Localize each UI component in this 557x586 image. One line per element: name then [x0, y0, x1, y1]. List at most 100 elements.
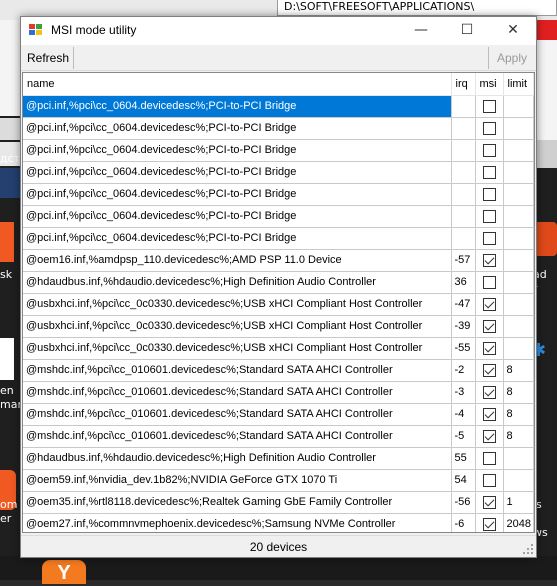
cell-device-name[interactable]: @hdaudbus.inf,%hdaudio.devicedesc%;High …: [23, 271, 452, 294]
msi-checkbox[interactable]: [482, 275, 496, 289]
table-row[interactable]: @hdaudbus.inf,%hdaudio.devicedesc%;High …: [23, 447, 534, 470]
cell-limit[interactable]: [503, 117, 534, 140]
maximize-button[interactable]: ☐: [444, 17, 490, 45]
cell-device-name[interactable]: @oem16.inf,%amdpsp_110.devicedesc%;AMD P…: [23, 249, 452, 272]
table-row[interactable]: @mshdc.inf,%pci\cc_010601.devicedesc%;St…: [23, 359, 534, 382]
cell-limit[interactable]: [503, 183, 534, 206]
msi-checkbox[interactable]: [482, 297, 496, 311]
cell-limit[interactable]: [503, 293, 534, 316]
table-row[interactable]: @oem27.inf,%commnvmephoenix.devicedesc%;…: [23, 513, 534, 532]
cell-limit[interactable]: [503, 447, 534, 470]
table-row[interactable]: @pci.inf,%pci\cc_0604.devicedesc%;PCI-to…: [23, 161, 534, 184]
cell-limit[interactable]: 8: [503, 381, 534, 404]
cell-limit[interactable]: [503, 271, 534, 294]
table-row[interactable]: @oem16.inf,%amdpsp_110.devicedesc%;AMD P…: [23, 249, 534, 272]
cell-device-name[interactable]: @usbxhci.inf,%pci\cc_0c0330.devicedesc%;…: [23, 337, 452, 360]
cell-device-name[interactable]: @hdaudbus.inf,%hdaudio.devicedesc%;High …: [23, 447, 452, 470]
cell-device-name[interactable]: @pci.inf,%pci\cc_0604.devicedesc%;PCI-to…: [23, 205, 452, 228]
cell-device-name[interactable]: @pci.inf,%pci\cc_0604.devicedesc%;PCI-to…: [23, 95, 452, 118]
msi-checkbox[interactable]: [482, 209, 496, 223]
cell-irq[interactable]: 54: [451, 469, 476, 492]
apply-button[interactable]: Apply: [493, 47, 531, 69]
cell-limit[interactable]: [503, 227, 534, 250]
cell-irq[interactable]: -56: [451, 491, 476, 514]
table-row[interactable]: @hdaudbus.inf,%hdaudio.devicedesc%;High …: [23, 271, 534, 294]
refresh-button[interactable]: Refresh: [23, 47, 73, 69]
cell-irq[interactable]: -3: [451, 381, 476, 404]
msi-checkbox[interactable]: [482, 121, 496, 135]
msi-checkbox[interactable]: [482, 495, 496, 509]
cell-limit[interactable]: [503, 315, 534, 338]
cell-device-name[interactable]: @mshdc.inf,%pci\cc_010601.devicedesc%;St…: [23, 381, 452, 404]
cell-device-name[interactable]: @pci.inf,%pci\cc_0604.devicedesc%;PCI-to…: [23, 117, 452, 140]
cell-device-name[interactable]: @mshdc.inf,%pci\cc_010601.devicedesc%;St…: [23, 425, 452, 448]
cell-irq[interactable]: -39: [451, 315, 476, 338]
msi-checkbox[interactable]: [482, 473, 496, 487]
cell-irq[interactable]: [451, 139, 476, 162]
cell-device-name[interactable]: @pci.inf,%pci\cc_0604.devicedesc%;PCI-to…: [23, 139, 452, 162]
table-row[interactable]: @pci.inf,%pci\cc_0604.devicedesc%;PCI-to…: [23, 205, 534, 228]
table-row[interactable]: @pci.inf,%pci\cc_0604.devicedesc%;PCI-to…: [23, 117, 534, 140]
cell-irq[interactable]: -47: [451, 293, 476, 316]
table-row[interactable]: @mshdc.inf,%pci\cc_010601.devicedesc%;St…: [23, 425, 534, 448]
cell-limit[interactable]: 8: [503, 359, 534, 382]
table-row[interactable]: @pci.inf,%pci\cc_0604.devicedesc%;PCI-to…: [23, 139, 534, 162]
msi-checkbox[interactable]: [482, 407, 496, 421]
cell-device-name[interactable]: @oem35.inf,%rtl8118.devicedesc%;Realtek …: [23, 491, 452, 514]
cell-irq[interactable]: 36: [451, 271, 476, 294]
cell-device-name[interactable]: @pci.inf,%pci\cc_0604.devicedesc%;PCI-to…: [23, 227, 452, 250]
column-header-limit[interactable]: limit: [503, 73, 534, 96]
column-header-irq[interactable]: irq: [451, 73, 476, 96]
cell-device-name[interactable]: @usbxhci.inf,%pci\cc_0c0330.devicedesc%;…: [23, 315, 452, 338]
cell-limit[interactable]: [503, 205, 534, 228]
minimize-button[interactable]: —: [398, 17, 444, 45]
msi-checkbox[interactable]: [482, 451, 496, 465]
table-row[interactable]: @pci.inf,%pci\cc_0604.devicedesc%;PCI-to…: [23, 95, 534, 118]
msi-checkbox[interactable]: [482, 385, 496, 399]
table-row[interactable]: @usbxhci.inf,%pci\cc_0c0330.devicedesc%;…: [23, 315, 534, 338]
cell-irq[interactable]: -2: [451, 359, 476, 382]
cell-irq[interactable]: [451, 95, 476, 118]
cell-irq[interactable]: -55: [451, 337, 476, 360]
devices-grid[interactable]: name irq msi limit @pci.inf,%pci\cc_0604…: [22, 72, 535, 533]
table-row[interactable]: @pci.inf,%pci\cc_0604.devicedesc%;PCI-to…: [23, 227, 534, 250]
cell-limit[interactable]: [503, 95, 534, 118]
msi-checkbox[interactable]: [482, 187, 496, 201]
table-row[interactable]: @mshdc.inf,%pci\cc_010601.devicedesc%;St…: [23, 381, 534, 404]
cell-irq[interactable]: [451, 227, 476, 250]
cell-device-name[interactable]: @usbxhci.inf,%pci\cc_0c0330.devicedesc%;…: [23, 293, 452, 316]
desktop-file-icon[interactable]: [0, 338, 14, 380]
cell-irq[interactable]: [451, 205, 476, 228]
desktop-app-icon[interactable]: [0, 222, 14, 262]
table-row[interactable]: @usbxhci.inf,%pci\cc_0c0330.devicedesc%;…: [23, 337, 534, 360]
msi-checkbox[interactable]: [482, 429, 496, 443]
cell-device-name[interactable]: @oem59.inf,%nvidia_dev.1b82%;NVIDIA GeFo…: [23, 469, 452, 492]
msi-checkbox[interactable]: [482, 341, 496, 355]
title-bar[interactable]: MSI mode utility — ☐ ✕: [21, 17, 536, 45]
cell-device-name[interactable]: @mshdc.inf,%pci\cc_010601.devicedesc%;St…: [23, 359, 452, 382]
table-row[interactable]: @oem59.inf,%nvidia_dev.1b82%;NVIDIA GeFo…: [23, 469, 534, 492]
cell-limit[interactable]: [503, 337, 534, 360]
column-header-name[interactable]: name: [23, 73, 452, 96]
msi-checkbox[interactable]: [482, 319, 496, 333]
cell-limit[interactable]: 8: [503, 425, 534, 448]
resize-grip[interactable]: [523, 544, 533, 554]
desktop-app-icon[interactable]: Y: [42, 560, 86, 584]
table-row[interactable]: @pci.inf,%pci\cc_0604.devicedesc%;PCI-to…: [23, 183, 534, 206]
cell-device-name[interactable]: @pci.inf,%pci\cc_0604.devicedesc%;PCI-to…: [23, 183, 452, 206]
msi-checkbox[interactable]: [482, 165, 496, 179]
cell-irq[interactable]: [451, 117, 476, 140]
msi-checkbox[interactable]: [482, 253, 496, 267]
cell-limit[interactable]: [503, 249, 534, 272]
table-row[interactable]: @usbxhci.inf,%pci\cc_0c0330.devicedesc%;…: [23, 293, 534, 316]
cell-limit[interactable]: [503, 161, 534, 184]
cell-device-name[interactable]: @pci.inf,%pci\cc_0604.devicedesc%;PCI-to…: [23, 161, 452, 184]
msi-checkbox[interactable]: [482, 363, 496, 377]
cell-device-name[interactable]: @oem27.inf,%commnvmephoenix.devicedesc%;…: [23, 513, 452, 532]
msi-checkbox[interactable]: [482, 231, 496, 245]
column-header-msi[interactable]: msi: [475, 73, 504, 96]
cell-irq[interactable]: [451, 161, 476, 184]
cell-limit[interactable]: 1: [503, 491, 534, 514]
cell-device-name[interactable]: @mshdc.inf,%pci\cc_010601.devicedesc%;St…: [23, 403, 452, 426]
table-row[interactable]: @mshdc.inf,%pci\cc_010601.devicedesc%;St…: [23, 403, 534, 426]
